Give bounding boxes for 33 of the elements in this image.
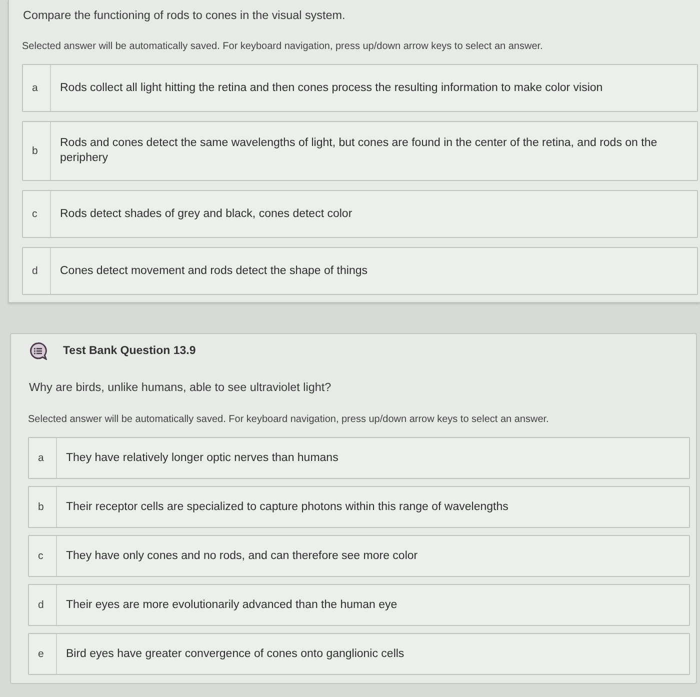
- option-text: They have relatively longer optic nerves than humans: [66, 450, 338, 466]
- option-text: Their eyes are more evolutionarily advanced than the human eye: [66, 598, 398, 612]
- option-letter: b: [38, 500, 44, 514]
- answer-option[interactable]: c Rods detect shades of grey and black, cones detect color: [22, 190, 698, 238]
- answer-option[interactable]: b Their receptor cells are specialized to capture photons within this range of wavelengths: [28, 486, 690, 528]
- instruction-text: Selected answer will be automatically saved. For keyboard navigation, press up/down arrow keys to select an answer.: [22, 40, 544, 53]
- option-text: Rods and cones detect the same wavelengths of light, but cones are found in the center of the retina, and rods on the periphery: [60, 136, 658, 166]
- option-letter: d: [38, 598, 44, 612]
- option-text: They have only cones and no rods, and can therefore see more color: [66, 548, 418, 564]
- instruction-text: Selected answer will be automatically saved. For keyboard navigation, press up/down arrow keys to select an answer.: [28, 413, 550, 426]
- option-letter: e: [38, 647, 44, 661]
- option-letter: c: [38, 549, 44, 563]
- answer-option[interactable]: e Bird eyes have greater convergence of cones onto ganglionic cells: [28, 633, 690, 675]
- answer-option[interactable]: d Cones detect movement and rods detect the shape of things: [22, 247, 698, 295]
- answer-option[interactable]: c They have only cones and no rods, and can therefore see more color: [28, 535, 690, 577]
- question-header: Test Bank Question 13.9: [63, 344, 196, 358]
- answer-option[interactable]: d Their eyes are more evolutionarily advanced than the human eye: [28, 584, 690, 626]
- option-text: Their receptor cells are specialized to capture photons within this range of wavelengths: [66, 500, 508, 514]
- answer-option[interactable]: b Rods and cones detect the same wavelengths of light, but cones are found in the center of the retina, and rods on the periphery: [22, 121, 698, 181]
- option-letter: c: [32, 207, 38, 221]
- speech-bubble-icon: [29, 342, 47, 360]
- answer-option[interactable]: a They have relatively longer optic nerves than humans: [28, 437, 690, 479]
- option-text: Cones detect movement and rods detect the shape of things: [60, 264, 368, 278]
- question-text: Why are birds, unlike humans, able to see ultraviolet light?: [28, 380, 332, 395]
- option-letter: d: [32, 264, 38, 278]
- answer-option[interactable]: a Rods collect all light hitting the retina and then cones process the resulting information to make color vision: [22, 64, 698, 112]
- option-text: Rods detect shades of grey and black, cones detect color: [60, 206, 352, 222]
- option-text: Bird eyes have greater convergence of cones onto ganglionic cells: [66, 646, 404, 662]
- question-text: Compare the functioning of rods to cones in the visual system.: [22, 8, 346, 23]
- option-letter: b: [32, 144, 38, 158]
- option-text: Rods collect all light hitting the retina and then cones process the resulting information to make color vision: [60, 80, 603, 96]
- option-letter: a: [32, 81, 38, 95]
- option-letter: a: [38, 451, 44, 465]
